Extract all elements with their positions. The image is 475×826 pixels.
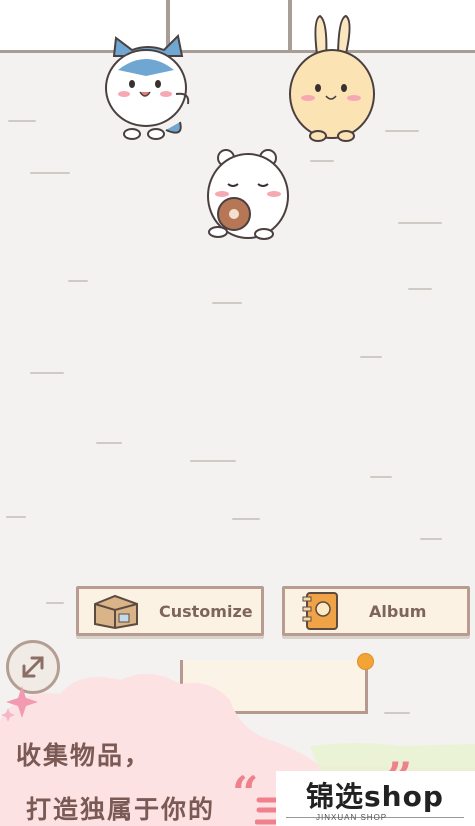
game-screen: Customize Album 收集物品， 打造独属于你的 “ 锦选shop J…: [0, 0, 475, 826]
shop-watermark: 锦选shop JINXUAN SHOP: [276, 771, 475, 826]
bear-character[interactable]: [202, 144, 294, 244]
box-icon: [91, 592, 141, 630]
shop-name: 锦选shop: [306, 780, 444, 813]
album-button[interactable]: Album: [282, 586, 470, 636]
notebook-icon: [297, 589, 345, 633]
wall: [0, 0, 475, 52]
customize-button[interactable]: Customize: [76, 586, 264, 636]
rabbit-character[interactable]: [284, 12, 380, 146]
promo-line-1: 收集物品，: [16, 741, 152, 770]
shop-subtitle: JINXUAN SHOP: [316, 813, 388, 822]
customize-label: Customize: [159, 601, 253, 621]
promo-line-2: 打造独属于你的: [26, 795, 216, 824]
cat-character[interactable]: [102, 34, 194, 144]
album-label: Album: [369, 601, 427, 621]
wall-baseboard: [0, 50, 475, 53]
